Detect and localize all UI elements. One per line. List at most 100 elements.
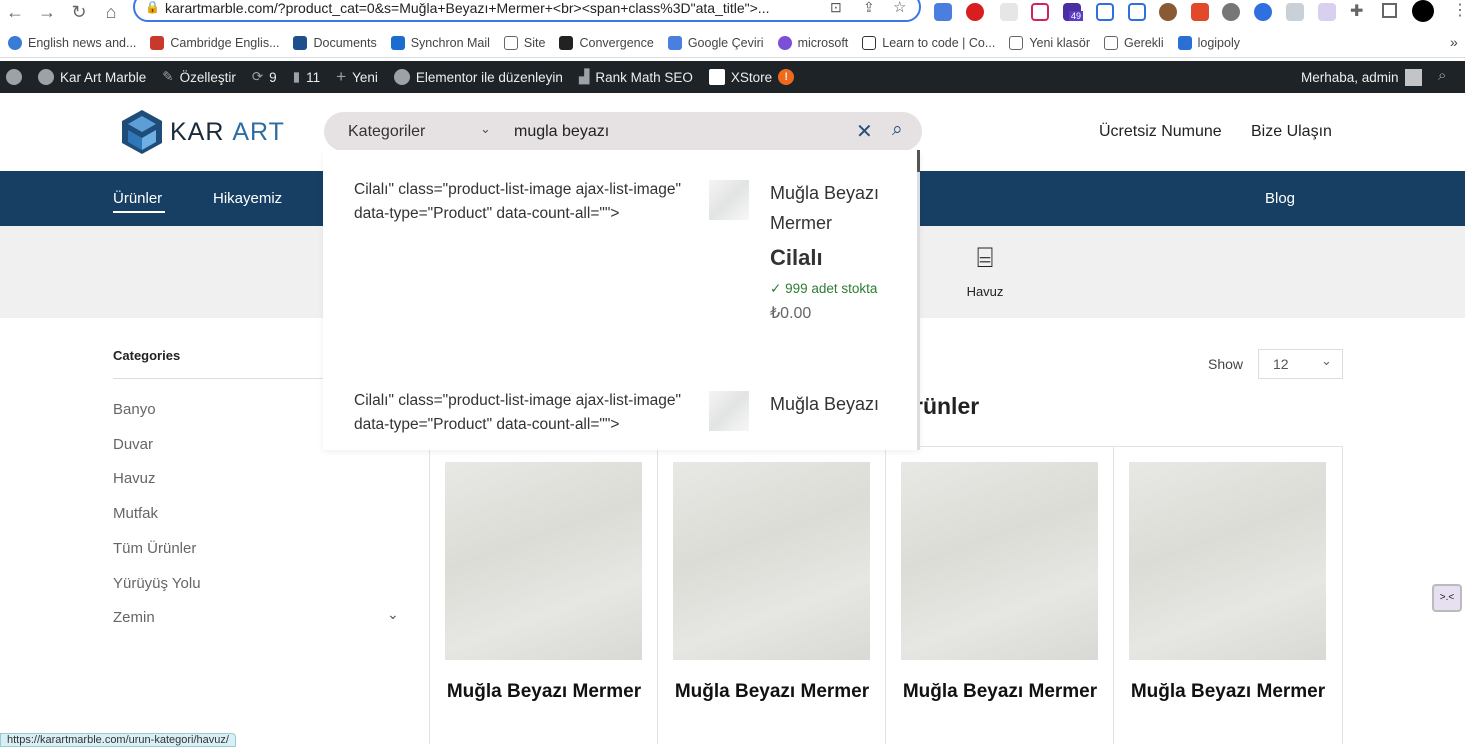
- product-image[interactable]: [445, 462, 642, 660]
- product-title[interactable]: Muğla Beyazı Mermer: [1114, 677, 1342, 707]
- result-thumbnail: [709, 391, 749, 431]
- rankmath-icon: ▟: [578, 69, 590, 84]
- plus-icon: +: [336, 67, 347, 86]
- more-bookmarks-button[interactable]: »: [1450, 34, 1458, 50]
- bookmark-star-icon[interactable]: ☆: [893, 0, 906, 16]
- bookmark[interactable]: Google Çeviri: [667, 35, 764, 50]
- translate-icon[interactable]: ⊡: [830, 0, 842, 16]
- bookmark[interactable]: Synchron Mail: [390, 35, 490, 50]
- chevron-down-icon[interactable]: ⌄: [480, 121, 491, 137]
- profile-avatar[interactable]: [1412, 0, 1434, 22]
- wordpress-logo-button[interactable]: [6, 69, 22, 85]
- scrollbar-track[interactable]: [917, 172, 920, 450]
- product-title[interactable]: Muğla Beyazı Mermer: [886, 677, 1114, 707]
- menu-icon[interactable]: ⋮: [1452, 0, 1465, 20]
- product-image[interactable]: [1129, 462, 1326, 660]
- address-bar[interactable]: 🔒 karartmarble.com/?product_cat=0&s=Muğl…: [133, 0, 921, 22]
- globe-extension-icon[interactable]: [1254, 3, 1272, 21]
- sidebar-item-tum-urunler[interactable]: Tüm Ürünler: [113, 540, 196, 557]
- admin-customize-link[interactable]: ✎ Özelleştir: [162, 69, 236, 85]
- bookmark[interactable]: microsoft: [777, 35, 848, 50]
- comment-icon: ▮: [292, 69, 301, 84]
- admin-rankmath-link[interactable]: ▟ Rank Math SEO: [579, 69, 693, 85]
- category-select[interactable]: Kategoriler: [348, 123, 425, 141]
- category-havuz[interactable]: ⌸ Havuz: [960, 240, 1010, 299]
- bookmark[interactable]: Convergence: [559, 35, 654, 50]
- folder-icon: [503, 35, 518, 50]
- contact-link[interactable]: Bize Ulaşın: [1251, 123, 1332, 141]
- search-icon[interactable]: ⌕: [1438, 67, 1446, 84]
- bookmark[interactable]: Cambridge Englis...: [150, 35, 279, 50]
- adblock-extension-icon[interactable]: [966, 3, 984, 21]
- admin-elementor-link[interactable]: Elementor ile düzenleyin: [393, 69, 563, 85]
- bookmark[interactable]: Learn to code | Co...: [862, 35, 995, 50]
- product-card[interactable]: Muğla Beyazı Mermer: [657, 446, 885, 744]
- puzzle-icon[interactable]: ✚: [1350, 1, 1363, 21]
- reload-icon[interactable]: ↻: [68, 2, 90, 23]
- admin-updates-link[interactable]: ⟳ 9: [252, 69, 277, 85]
- admin-account-link[interactable]: Merhaba, admin: [1301, 69, 1422, 86]
- browser-toolbar: ← → ↻ ⌂ 🔒 karartmarble.com/?product_cat=…: [0, 0, 1465, 28]
- admin-site-link[interactable]: Kar Art Marble: [38, 69, 146, 85]
- product-card[interactable]: Muğla Beyazı Mermer: [1113, 446, 1343, 744]
- lighthouse-extension-icon[interactable]: [1191, 3, 1209, 21]
- extension-icon[interactable]: [1286, 3, 1304, 21]
- chevron-down-icon[interactable]: ⌄: [387, 606, 399, 623]
- logo[interactable]: KAR ART: [122, 110, 285, 154]
- product-card[interactable]: Muğla Beyazı Mermer: [429, 446, 657, 744]
- admin-new-link[interactable]: + Yeni: [336, 67, 378, 87]
- search-icon[interactable]: ⌕: [892, 119, 903, 141]
- free-sample-link[interactable]: Ücretsiz Numune: [1099, 123, 1222, 141]
- bookmarks-bar: English news and... Cambridge Englis... …: [0, 28, 1465, 58]
- extension-icon[interactable]: [1128, 3, 1146, 21]
- folder-icon: [1104, 35, 1118, 50]
- nav-story[interactable]: Hikayemiz: [213, 190, 282, 207]
- cookie-extension-icon[interactable]: [1159, 3, 1177, 21]
- share-icon[interactable]: ⇪: [863, 0, 875, 16]
- product-title[interactable]: Muğla Beyazı Mermer: [430, 677, 658, 707]
- sidebar-item-banyo[interactable]: Banyo: [113, 401, 156, 418]
- search-input[interactable]: mugla beyazı: [514, 123, 609, 141]
- clear-icon[interactable]: ✕: [856, 119, 873, 144]
- bookmark[interactable]: Yeni klasör: [1009, 35, 1090, 50]
- logipoly-icon: [1177, 35, 1192, 50]
- sidebar-item-yuruyus-yolu[interactable]: Yürüyüş Yolu: [113, 575, 201, 592]
- bookmark[interactable]: logipoly: [1177, 35, 1240, 50]
- react-extension-icon[interactable]: [1000, 3, 1018, 21]
- back-icon[interactable]: ←: [4, 2, 26, 23]
- gear-extension-icon[interactable]: [1222, 3, 1240, 21]
- sidebar-item-havuz[interactable]: Havuz: [113, 470, 156, 487]
- wordpress-icon: [6, 69, 22, 85]
- per-page-select[interactable]: 12 ⌄: [1258, 349, 1343, 379]
- admin-comments-link[interactable]: ▮ 11: [293, 69, 320, 85]
- bookmark[interactable]: English news and...: [8, 35, 136, 50]
- extension-icon[interactable]: [1318, 3, 1336, 21]
- sidebar-item-zemin[interactable]: Zemin: [113, 609, 155, 626]
- medical-extension-icon[interactable]: [1031, 3, 1049, 21]
- active-indicator: [113, 211, 165, 213]
- bookmark[interactable]: Documents: [293, 35, 377, 50]
- sidebar-item-duvar[interactable]: Duvar: [113, 436, 153, 453]
- home-icon[interactable]: ⌂: [100, 2, 122, 23]
- bookmark[interactable]: Gerekli: [1104, 35, 1164, 50]
- side-panel-icon[interactable]: [1382, 3, 1397, 18]
- xstore-icon: [708, 69, 725, 85]
- scrollbar[interactable]: [917, 150, 920, 172]
- google-translate-extension-icon[interactable]: [934, 3, 952, 21]
- admin-xstore-link[interactable]: XStore!: [708, 69, 795, 85]
- product-image[interactable]: [673, 462, 870, 660]
- extension-icon[interactable]: 49: [1063, 3, 1084, 21]
- show-label: Show: [1208, 356, 1244, 372]
- bookmark[interactable]: Site: [503, 35, 545, 50]
- search-results-dropdown: Cilalı" class="product-list-image ajax-l…: [323, 150, 920, 450]
- product-card[interactable]: Muğla Beyazı Mermer: [885, 446, 1113, 744]
- nav-products[interactable]: Ürünler: [113, 190, 162, 207]
- forward-icon[interactable]: →: [36, 2, 58, 23]
- product-title[interactable]: Muğla Beyazı Mermer: [658, 677, 886, 707]
- product-image[interactable]: [901, 462, 1098, 660]
- nav-blog[interactable]: Blog: [1265, 190, 1295, 207]
- extension-icon[interactable]: [1096, 3, 1114, 21]
- extension-widget-icon[interactable]: >.<: [1432, 584, 1462, 612]
- sidebar-item-mutfak[interactable]: Mutfak: [113, 505, 158, 522]
- stock-status: ✓ 999 adet stokta: [770, 281, 878, 296]
